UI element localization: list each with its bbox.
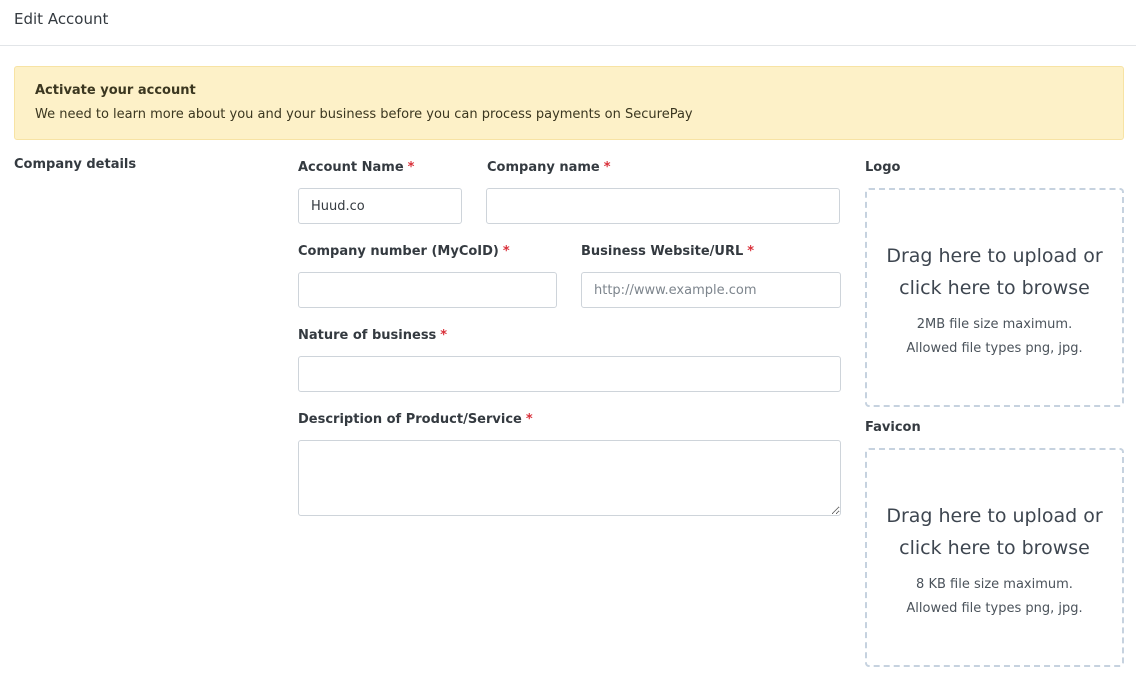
activation-alert: Activate your account We need to learn m… [14,66,1124,140]
account-name-label: Account Name * [298,160,415,175]
alert-title: Activate your account [35,83,196,98]
alert-message: We need to learn more about you and your… [35,107,693,122]
account-name-input[interactable] [298,188,462,224]
favicon-dropzone[interactable]: Drag here to upload or click here to bro… [865,448,1124,667]
favicon-upload-prompt: Drag here to upload or click here to bro… [886,505,1103,559]
required-mark: * [603,160,611,175]
section-label-company-details: Company details [14,157,137,172]
required-mark: * [502,244,510,259]
logo-upload-prompt: Drag here to upload or click here to bro… [886,245,1103,299]
description-textarea[interactable] [298,440,841,516]
logo-label: Logo [865,160,901,175]
nature-of-business-input[interactable] [298,356,841,392]
website-label: Business Website/URL * [581,244,755,259]
website-input[interactable] [581,272,841,308]
favicon-upload-hint: 8 KB file size maximum. Allowed file typ… [906,577,1083,616]
logo-upload-hint: 2MB file size maximum. Allowed file type… [906,317,1083,356]
required-mark: * [407,160,415,175]
company-number-label: Company number (MyCoID) * [298,244,510,259]
nature-of-business-label: Nature of business * [298,328,448,343]
required-mark: * [440,328,448,343]
page-header: Edit Account [0,0,1136,46]
company-name-input[interactable] [486,188,840,224]
logo-dropzone[interactable]: Drag here to upload or click here to bro… [865,188,1124,407]
company-number-input[interactable] [298,272,557,308]
company-name-label: Company name * [487,160,611,175]
favicon-label: Favicon [865,420,921,435]
required-mark: * [747,244,755,259]
page-title: Edit Account [14,10,109,28]
required-mark: * [525,412,533,427]
description-label: Description of Product/Service * [298,412,533,427]
